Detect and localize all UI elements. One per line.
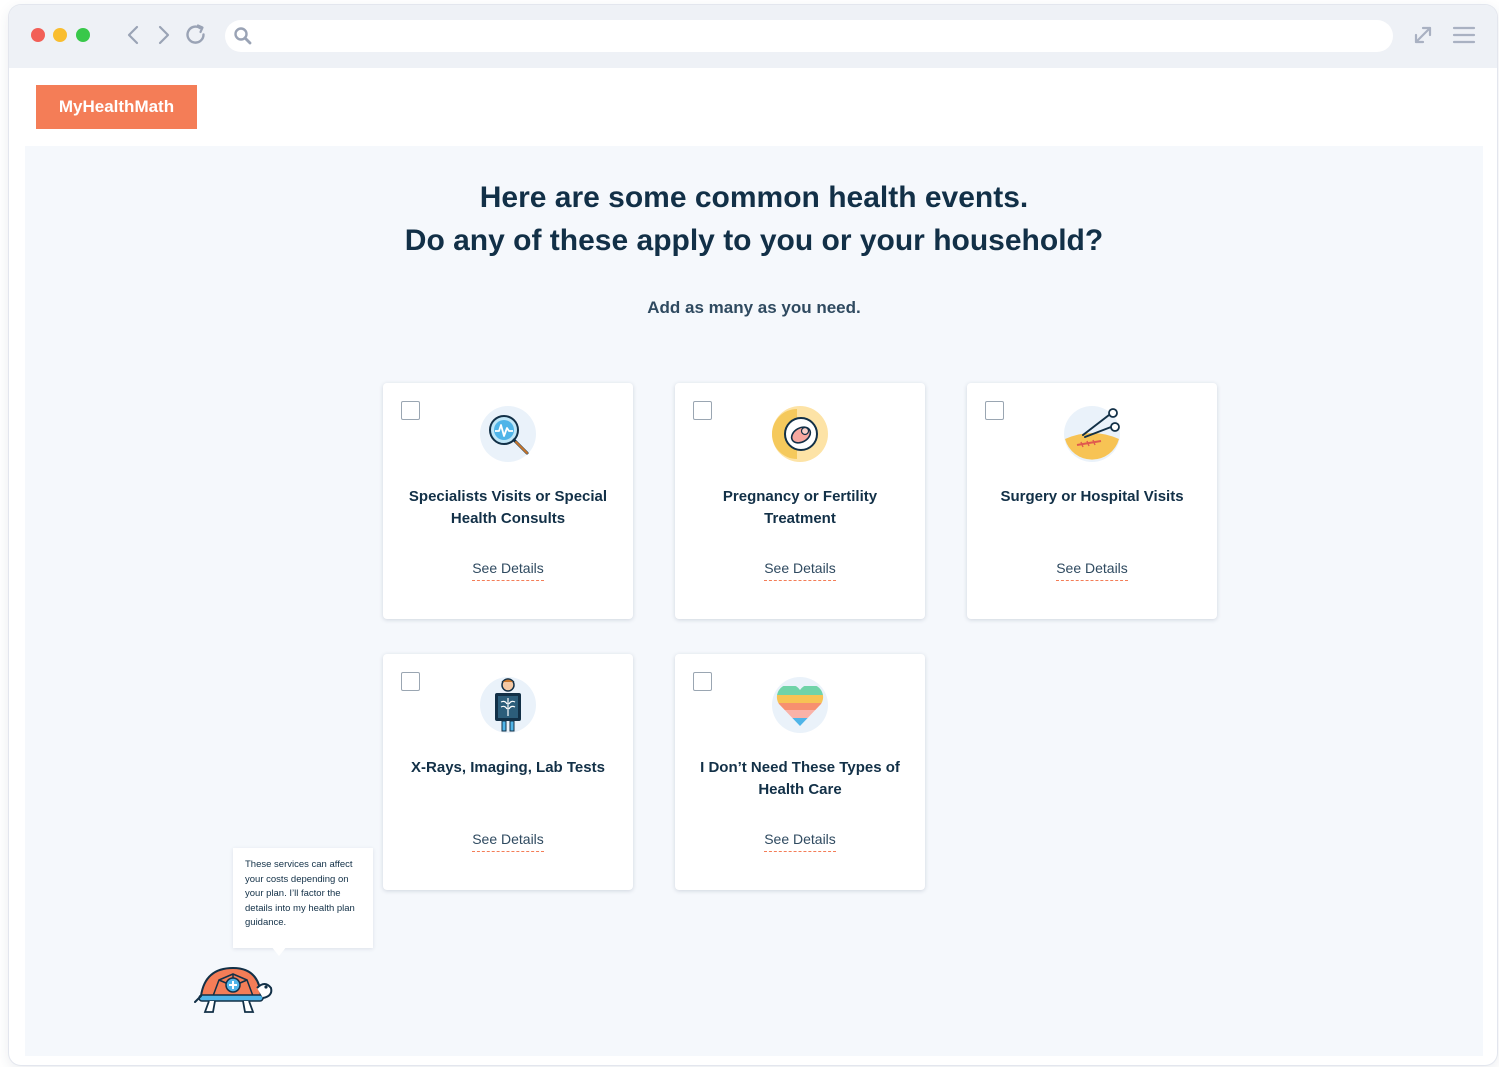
browser-window: MyHealthMath Here are some common health… [9, 5, 1497, 1065]
health-event-card-xrays[interactable]: X-Rays, Imaging, Lab Tests See Details [383, 654, 633, 890]
see-details-link[interactable]: See Details [1056, 560, 1128, 581]
pregnancy-icon [771, 405, 829, 463]
pregnancy-checkbox[interactable] [693, 401, 712, 420]
xray-icon [479, 676, 537, 734]
health-event-card-none[interactable]: I Don’t Need These Types of Health Care … [675, 654, 925, 890]
chevron-left-icon[interactable] [121, 22, 147, 48]
speech-bubble-tail [271, 946, 287, 956]
xrays-checkbox[interactable] [401, 672, 420, 691]
card-title: Specialists Visits or Special Health Con… [408, 488, 608, 527]
see-details-link[interactable]: See Details [764, 831, 836, 852]
expand-icon[interactable] [1411, 23, 1435, 47]
rainbow-heart-icon [771, 676, 829, 734]
health-event-card-pregnancy[interactable]: Pregnancy or Fertility Treatment See Det… [675, 383, 925, 619]
chevron-right-icon[interactable] [150, 22, 176, 48]
url-input[interactable] [259, 24, 1379, 48]
close-window-button[interactable] [31, 28, 45, 42]
card-title: I Don’t Need These Types of Health Care [700, 759, 900, 798]
address-bar[interactable] [225, 20, 1393, 52]
specialists-checkbox[interactable] [401, 401, 420, 420]
surgery-scissors-icon [1063, 405, 1121, 463]
magnifier-heartbeat-icon [479, 405, 537, 463]
surgery-checkbox[interactable] [985, 401, 1004, 420]
menu-icon[interactable] [1451, 24, 1477, 46]
search-icon [233, 26, 253, 46]
card-title: Pregnancy or Fertility Treatment [722, 488, 878, 527]
see-details-link[interactable]: See Details [472, 831, 544, 852]
page-subtitle: Add as many as you need. [647, 298, 861, 317]
browser-toolbar [9, 5, 1497, 68]
none-checkbox[interactable] [693, 672, 712, 691]
see-details-link[interactable]: See Details [472, 560, 544, 581]
page-title: Here are some common health events. Do a… [25, 176, 1483, 262]
card-title: X-Rays, Imaging, Lab Tests [411, 759, 605, 776]
page-title-line-1: Here are some common health events. [479, 181, 1029, 214]
card-title: Surgery or Hospital Visits [1000, 488, 1184, 505]
health-event-card-specialists[interactable]: Specialists Visits or Special Health Con… [383, 383, 633, 619]
page-title-line-2: Do any of these apply to you or your hou… [404, 224, 1104, 257]
minimize-window-button[interactable] [53, 28, 67, 42]
turtle-icon [193, 958, 275, 1016]
brand-logo[interactable]: MyHealthMath [36, 85, 197, 129]
health-event-card-surgery[interactable]: Surgery or Hospital Visits See Details [967, 383, 1217, 619]
main-content: Here are some common health events. Do a… [25, 146, 1483, 1056]
maximize-window-button[interactable] [76, 28, 90, 42]
see-details-link[interactable]: See Details [764, 560, 836, 581]
reload-icon[interactable] [183, 22, 209, 48]
helper-speech-bubble: These services can affect your costs dep… [233, 848, 373, 948]
